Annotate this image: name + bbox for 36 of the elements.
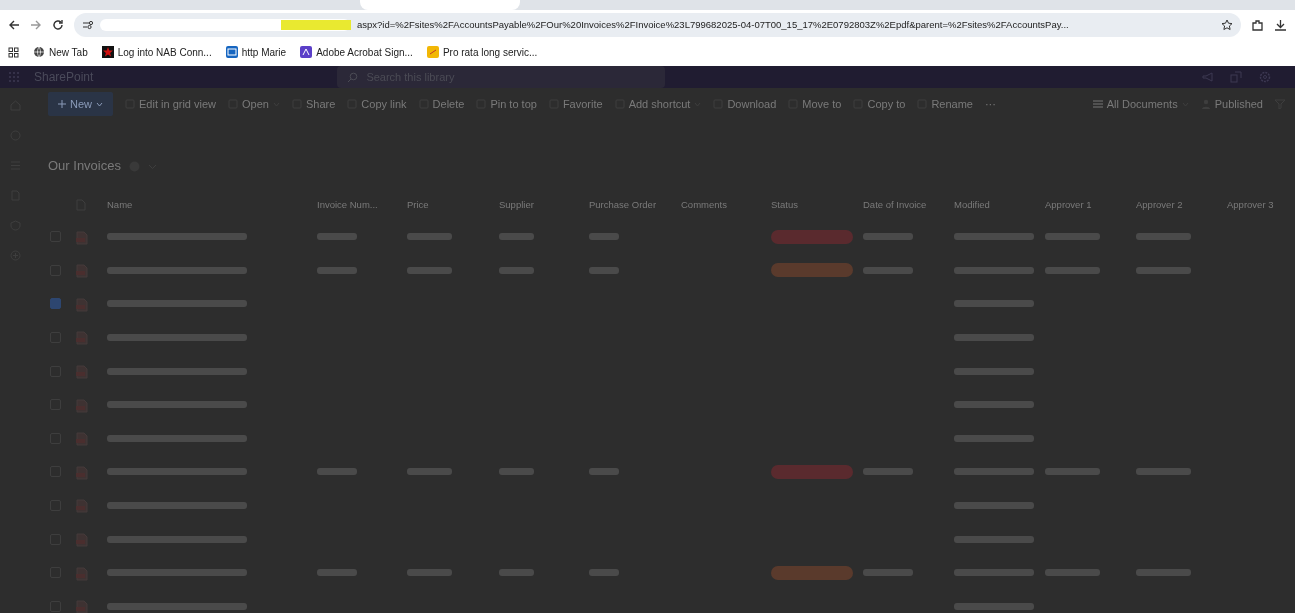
toolbar-button[interactable]: Open bbox=[228, 95, 280, 113]
toolbar-button[interactable]: Download bbox=[713, 95, 777, 113]
toolbar-button[interactable]: Share bbox=[292, 95, 336, 113]
column-header[interactable]: Status bbox=[771, 197, 863, 213]
toolbar-button[interactable]: Pin to top bbox=[476, 95, 537, 113]
library-title: Our Invoices bbox=[48, 157, 121, 176]
address-bar[interactable]: aspx?id=%2Fsites%2FAccountsPayable%2FOur%20Invoices%2FInvoice%23L799682025-04-07T00_15_17%2E0792803Z%2Epdf&parent=%2Fsites%2FAccountsPay... bbox=[74, 13, 1241, 37]
column-header[interactable]: Invoice Num... bbox=[317, 197, 407, 213]
column-header[interactable]: Approver 2 bbox=[1136, 197, 1227, 213]
toolbar-button[interactable]: Move to bbox=[788, 95, 842, 113]
column-header[interactable]: Modified bbox=[954, 197, 1045, 213]
bookmark-link[interactable]: Log into NAB Conn... bbox=[101, 44, 212, 60]
toolbar-button[interactable]: Add shortcut bbox=[614, 95, 702, 113]
column-header[interactable]: Purchase Order bbox=[589, 197, 681, 213]
toolbar-button[interactable]: Edit in grid view bbox=[125, 95, 217, 113]
toolbar-button[interactable]: Favorite bbox=[548, 95, 603, 113]
toolbar-button[interactable]: Copy link bbox=[347, 95, 407, 113]
published-button[interactable]: Published bbox=[1200, 95, 1263, 113]
url-text: aspx?id=%2Fsites%2FAccountsPayable%2FOur%20Invoices%2FInvoice%23L799682025-04-07T00_15_17%2E0792803Z%2Epdf&parent=%2Fsites%2FAccountsPay... bbox=[357, 17, 1069, 32]
bookmark-link[interactable]: New Tab bbox=[33, 44, 88, 60]
column-header[interactable]: Price bbox=[407, 197, 499, 213]
column-header[interactable]: Comments bbox=[681, 197, 771, 213]
toolbar-button[interactable]: Delete bbox=[418, 95, 465, 113]
column-header[interactable]: Approver 3 bbox=[1227, 197, 1295, 213]
column-header[interactable]: Supplier bbox=[499, 197, 589, 213]
bookmark-link[interactable]: Pro rata long servic... bbox=[426, 44, 538, 60]
column-header[interactable]: Name bbox=[107, 197, 317, 213]
column-header[interactable]: Approver 1 bbox=[1045, 197, 1136, 213]
bookmark-link[interactable]: http Marie bbox=[225, 44, 287, 60]
new-button[interactable]: New bbox=[48, 91, 113, 117]
more-button[interactable]: ··· bbox=[984, 95, 996, 113]
toolbar-button[interactable]: Rename bbox=[917, 95, 973, 113]
view-selector[interactable]: All Documents bbox=[1092, 95, 1189, 113]
toolbar-button[interactable]: Copy to bbox=[853, 95, 906, 113]
bookmark-link[interactable]: Adobe Acrobat Sign... bbox=[300, 44, 413, 60]
column-header[interactable]: Date of Invoice bbox=[863, 197, 954, 213]
